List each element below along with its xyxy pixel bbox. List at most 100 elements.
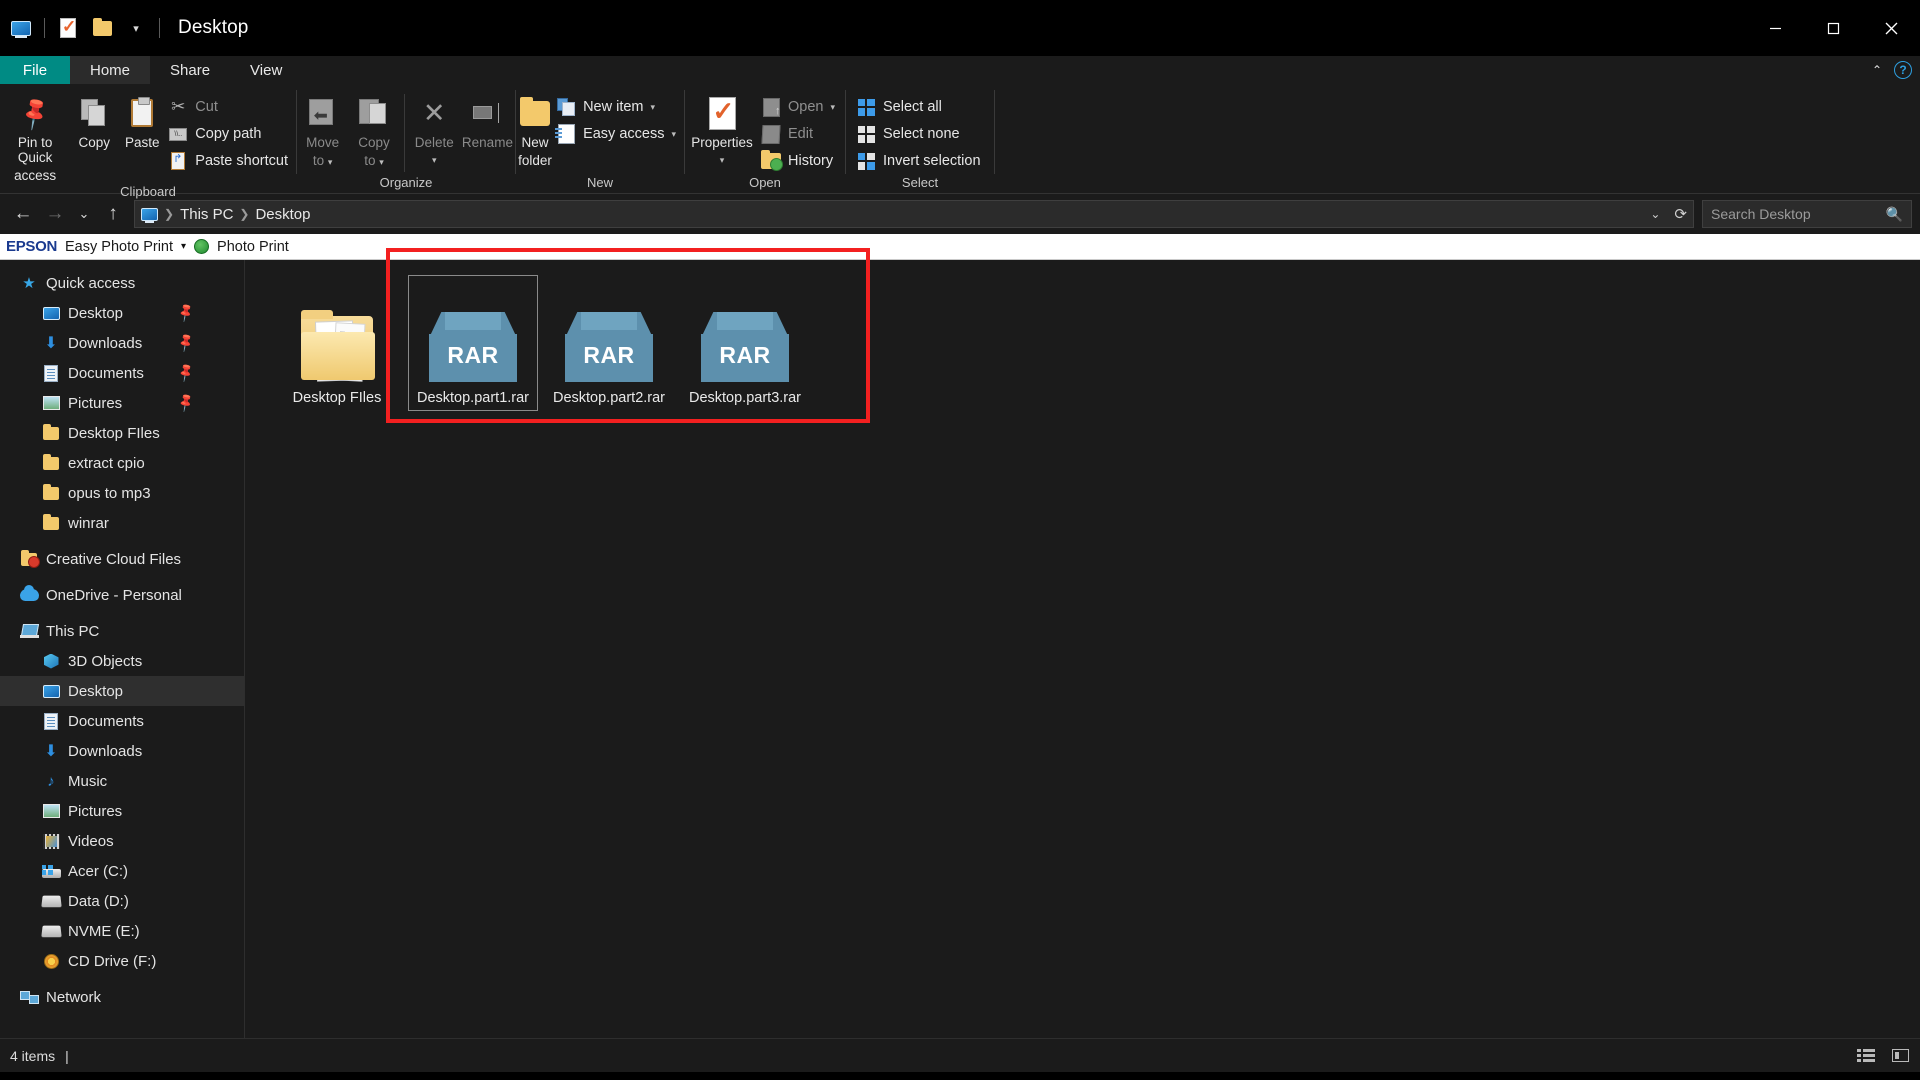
sidebar-item-desktop[interactable]: Desktop: [0, 676, 244, 706]
file-item-desktop-files[interactable]: Index : Dry Desk Desktop FIles: [269, 272, 405, 406]
collapse-ribbon-chevron-up-icon[interactable]: ⌃: [1872, 63, 1882, 77]
back-button[interactable]: ←: [8, 199, 38, 229]
sidebar-item-data-d[interactable]: Data (D:): [0, 886, 244, 916]
search-box[interactable]: Search Desktop 🔍: [1702, 200, 1912, 228]
file-list-view[interactable]: Index : Dry Desk Desktop FIles RAR: [245, 260, 1920, 1038]
new-folder-icon[interactable]: [85, 11, 119, 45]
system-menu-monitor-icon[interactable]: [4, 11, 38, 45]
move-to-label-line1: Move: [306, 135, 339, 150]
epson-logo: EPSON: [6, 238, 57, 255]
sidebar-item-cd-drive-f[interactable]: CD Drive (F:): [0, 946, 244, 976]
copy-button[interactable]: Copy: [70, 90, 118, 150]
help-icon[interactable]: ?: [1894, 61, 1912, 79]
customize-qat-chevron-down-icon[interactable]: ▾: [119, 11, 153, 45]
new-item-icon: [556, 97, 576, 117]
tab-view[interactable]: View: [230, 56, 302, 84]
sidebar-item-acer-c[interactable]: Acer (C:): [0, 856, 244, 886]
paste-shortcut-button[interactable]: Paste shortcut: [166, 148, 296, 174]
tab-share[interactable]: Share: [150, 56, 230, 84]
breadcrumb-separator-0[interactable]: ❯: [164, 207, 174, 221]
open-chevron-down-icon[interactable]: ▾: [830, 102, 835, 113]
edit-button[interactable]: Edit: [759, 121, 843, 147]
sidebar-item-onedrive-personal[interactable]: OneDrive - Personal: [0, 580, 244, 610]
pin-icon[interactable]: 📌: [175, 302, 197, 324]
move-to-button[interactable]: ⬅ Move to ▾: [297, 90, 348, 170]
sidebar-item-pictures[interactable]: Pictures: [0, 796, 244, 826]
large-icons-view-icon[interactable]: [1890, 1048, 1910, 1064]
cut-button[interactable]: ✂ Cut: [166, 94, 296, 120]
group-label-select: Select: [846, 174, 994, 194]
search-input[interactable]: Search Desktop: [1711, 206, 1811, 222]
forward-button[interactable]: →: [40, 199, 70, 229]
refresh-icon[interactable]: ⟳: [1674, 205, 1687, 223]
new-folder-button[interactable]: New folder: [516, 90, 554, 168]
close-icon[interactable]: [1862, 0, 1920, 56]
sidebar-item-documents[interactable]: Documents: [0, 706, 244, 736]
ribbon-group-select: Select all Select none Invert selection …: [846, 84, 994, 194]
copy-label: Copy: [79, 135, 111, 150]
recent-locations-chevron-down-icon[interactable]: ⌄: [72, 199, 96, 229]
rename-button[interactable]: Rename: [460, 90, 515, 150]
sidebar-item-documents[interactable]: Documents📌: [0, 358, 244, 388]
sidebar-item-pictures[interactable]: Pictures📌: [0, 388, 244, 418]
tab-file[interactable]: File: [0, 56, 70, 84]
address-dropdown-chevron-down-icon[interactable]: ⌄: [1650, 207, 1660, 221]
group-label-open: Open: [685, 174, 845, 194]
breadcrumb-separator-1[interactable]: ❯: [239, 207, 249, 221]
sidebar-item-music[interactable]: ♪Music: [0, 766, 244, 796]
copy-to-button[interactable]: Copy to ▾: [348, 90, 399, 170]
properties-button[interactable]: Properties ▾: [685, 90, 759, 168]
navigation-pane[interactable]: ★Quick accessDesktop📌⬇Downloads📌Document…: [0, 260, 245, 1038]
copy-path-button[interactable]: \\.. Copy path: [166, 121, 296, 147]
sidebar-item-extract-cpio[interactable]: extract cpio: [0, 448, 244, 478]
sidebar-item-videos[interactable]: Videos: [0, 826, 244, 856]
maximize-icon[interactable]: [1804, 0, 1862, 56]
photo-print-button[interactable]: Photo Print: [217, 239, 289, 255]
epson-chevron-down-icon[interactable]: ▾: [181, 241, 186, 252]
pin-icon[interactable]: 📌: [175, 332, 197, 354]
file-item-desktop-part1-rar[interactable]: RAR Desktop.part1.rar: [405, 272, 541, 406]
up-one-level-button[interactable]: ↑: [98, 199, 128, 229]
sidebar-item-quick-access[interactable]: ★Quick access: [0, 268, 244, 298]
sidebar-item-this-pc[interactable]: This PC: [0, 616, 244, 646]
details-view-icon[interactable]: [1856, 1048, 1876, 1064]
delete-chevron-down-icon[interactable]: ▾: [432, 153, 437, 168]
select-all-button[interactable]: Select all: [854, 94, 989, 120]
sidebar-item-downloads[interactable]: ⬇Downloads: [0, 736, 244, 766]
select-none-button[interactable]: Select none: [854, 121, 989, 147]
delete-button[interactable]: ✕ Delete ▾: [409, 90, 460, 168]
breadcrumb-item-desktop[interactable]: Desktop: [255, 206, 310, 223]
breadcrumb[interactable]: ❯ This PC ❯ Desktop ⌄ ⟳: [134, 200, 1694, 228]
sidebar-item-desktop[interactable]: Desktop📌: [0, 298, 244, 328]
paste-button[interactable]: Paste: [118, 90, 166, 150]
file-item-desktop-part3-rar[interactable]: RAR Desktop.part3.rar: [677, 272, 813, 406]
sidebar-item-network[interactable]: Network: [0, 982, 244, 1012]
invert-selection-button[interactable]: Invert selection: [854, 148, 989, 174]
file-item-desktop-part2-rar[interactable]: RAR Desktop.part2.rar: [541, 272, 677, 406]
new-item-button[interactable]: New item ▾: [554, 94, 684, 120]
sidebar-item-desktop-files[interactable]: Desktop FIles: [0, 418, 244, 448]
sidebar-item-3d-objects[interactable]: 3D Objects: [0, 646, 244, 676]
tab-home[interactable]: Home: [70, 56, 150, 84]
history-button[interactable]: History: [759, 148, 843, 174]
sidebar-item-winrar[interactable]: winrar: [0, 508, 244, 538]
pin-icon[interactable]: 📌: [175, 362, 197, 384]
properties-doc-icon[interactable]: [51, 11, 85, 45]
easy-access-chevron-down-icon[interactable]: ▾: [671, 129, 676, 140]
pin-icon[interactable]: 📌: [175, 392, 197, 414]
breadcrumb-item-this-pc[interactable]: This PC: [180, 206, 233, 223]
open-button[interactable]: Open ▾: [759, 94, 843, 120]
sidebar-item-opus-to-mp3[interactable]: opus to mp3: [0, 478, 244, 508]
cut-label: Cut: [195, 99, 218, 115]
sidebar-item-nvme-e[interactable]: NVME (E:): [0, 916, 244, 946]
properties-chevron-down-icon[interactable]: ▾: [720, 153, 725, 168]
sidebar-item-downloads[interactable]: ⬇Downloads📌: [0, 328, 244, 358]
sidebar-item-creative-cloud-files[interactable]: Creative Cloud Files: [0, 544, 244, 574]
easy-access-button[interactable]: Easy access ▾: [554, 121, 684, 147]
new-item-chevron-down-icon[interactable]: ▾: [651, 102, 656, 113]
minimize-icon[interactable]: [1746, 0, 1804, 56]
ribbon-group-new: New folder New item ▾ Easy access ▾: [516, 84, 684, 194]
search-icon[interactable]: 🔍: [1886, 206, 1903, 223]
drive-icon: [40, 895, 62, 907]
pin-to-quick-access-button[interactable]: 📌 Pin to Quick access: [0, 90, 70, 183]
